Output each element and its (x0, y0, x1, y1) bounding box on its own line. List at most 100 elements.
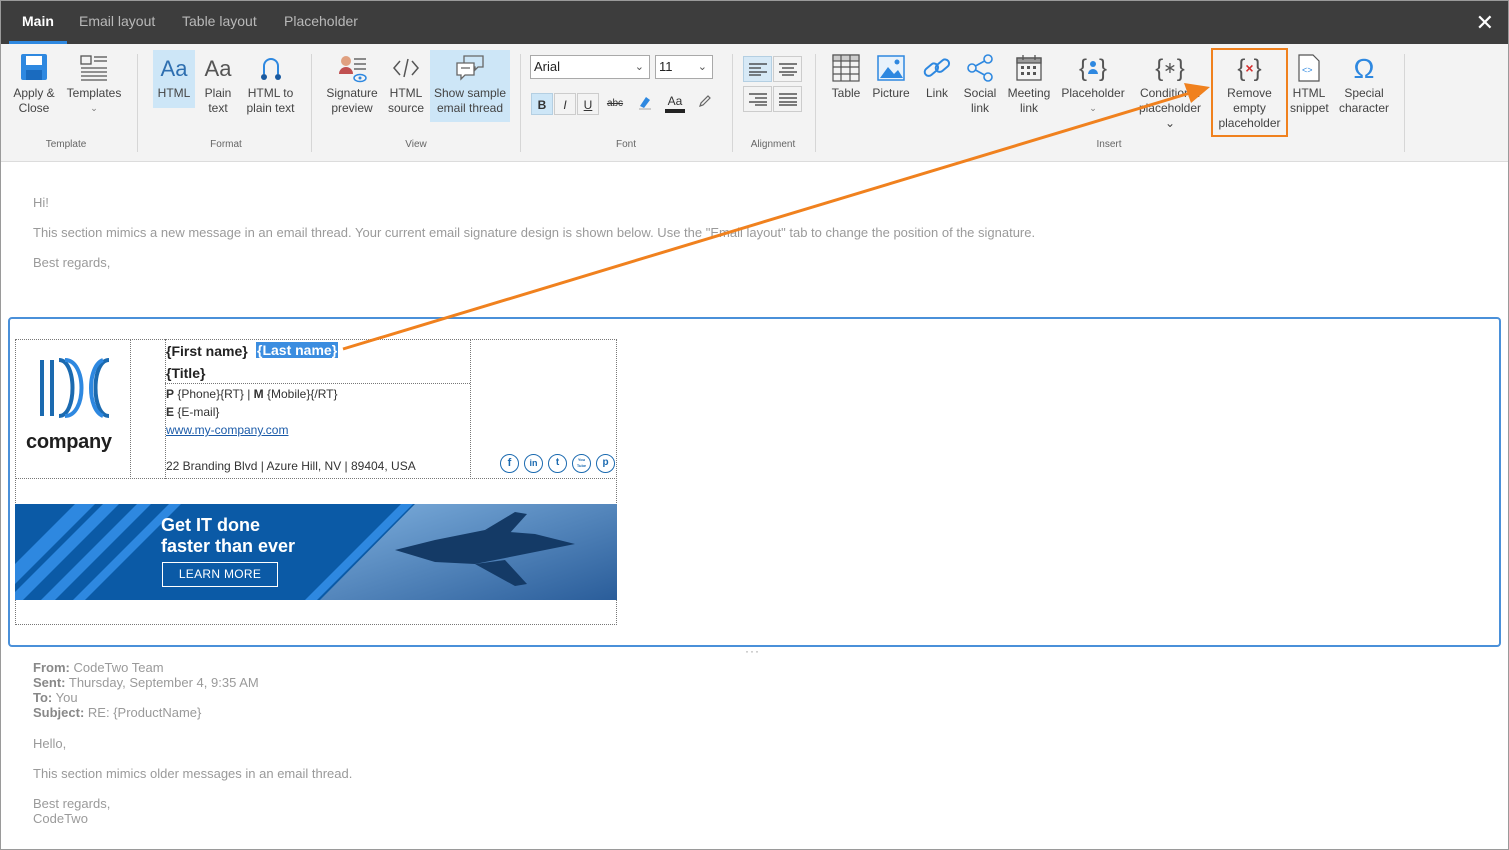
website-link[interactable]: www.my-company.com (166, 423, 288, 437)
ribbon-separator (137, 54, 138, 152)
to-line: To: You (33, 690, 78, 705)
insert-social-link-button[interactable]: Social link (959, 50, 1001, 116)
subject-line: Subject: RE: {ProductName} (33, 705, 202, 720)
align-center-icon (778, 63, 797, 76)
from-line: From: CodeTwo Team (33, 660, 164, 675)
tab-email-layout[interactable]: Email layout (79, 1, 155, 44)
strikethrough-button[interactable]: abc (603, 93, 627, 115)
tab-placeholder[interactable]: Placeholder (284, 1, 358, 44)
align-right-button[interactable] (743, 86, 772, 112)
older-message-closing: Best regards, (33, 796, 111, 811)
youtube-icon[interactable]: You Tube (572, 454, 591, 473)
insert-link-button[interactable]: Link (918, 50, 956, 101)
format-html-button[interactable]: Aa HTML (153, 50, 195, 108)
apply-close-button[interactable]: Apply & Close (9, 50, 59, 116)
html-to-plain-text-button[interactable]: HTML to plain text (243, 50, 298, 116)
ribbon-separator (520, 54, 521, 152)
align-center-button[interactable] (773, 56, 802, 82)
new-message-body: This section mimics a new message in an … (33, 225, 1036, 240)
tab-table-layout[interactable]: Table layout (182, 1, 257, 44)
learn-more-button[interactable]: LEARN MORE (162, 562, 278, 587)
pinterest-icon[interactable]: p (596, 454, 615, 473)
table-icon (832, 54, 860, 82)
title-placeholder[interactable]: {Title} (166, 365, 205, 381)
insert-meeting-link-button[interactable]: Meeting link (1005, 50, 1053, 116)
group-label-insert: Insert (1096, 139, 1122, 150)
resize-handle[interactable]: ··· (745, 644, 760, 658)
insert-table-button[interactable]: Table (827, 50, 865, 101)
templates-icon (80, 55, 107, 81)
chevron-down-icon: ⌄ (697, 61, 707, 73)
clear-format-button[interactable] (693, 93, 717, 115)
company-logo-icon (40, 358, 110, 418)
italic-button[interactable]: I (554, 93, 576, 115)
first-name-placeholder[interactable]: {First name} (166, 343, 248, 359)
cell-divider (130, 339, 131, 479)
save-icon (21, 54, 47, 80)
insert-picture-button[interactable]: Picture (870, 50, 912, 101)
highlighter-icon (639, 97, 651, 110)
cell-divider (470, 339, 471, 479)
ribbon-separator (732, 54, 733, 152)
ribbon-separator (311, 54, 312, 152)
email-line: E {E-mail} (166, 405, 220, 419)
group-label-alignment: Alignment (750, 139, 796, 150)
signature-preview-icon (339, 56, 367, 83)
cell-divider (165, 383, 470, 384)
tab-bar: Main Email layout Table layout Placehold… (1, 1, 1508, 44)
html-source-button[interactable]: HTML source (385, 50, 427, 116)
address-line: 22 Branding Blvd | Azure Hill, NV | 8940… (166, 459, 416, 473)
pencil-icon (699, 95, 711, 107)
ribbon-separator (1404, 54, 1405, 152)
older-message-greeting: Hello, (33, 736, 67, 751)
align-left-button[interactable] (743, 56, 772, 82)
convert-icon (260, 58, 281, 80)
group-label-font: Font (615, 139, 636, 150)
underline-button[interactable]: U (577, 93, 599, 115)
signature-preview-button[interactable]: Signature preview (324, 50, 380, 116)
group-label-view: View (405, 139, 427, 150)
svg-text:<>: <> (1302, 65, 1313, 75)
align-right-icon (748, 93, 767, 106)
close-icon[interactable]: ✕ (1476, 10, 1494, 36)
linkedin-icon[interactable]: in (524, 454, 543, 473)
remove-empty-placeholder-button[interactable]: {×} Remove empty placeholder (1211, 48, 1288, 137)
calendar-icon (1016, 55, 1042, 81)
justify-button[interactable] (773, 86, 802, 112)
new-message-greeting: Hi! (33, 195, 49, 210)
banner-background (15, 504, 617, 600)
insert-special-character-button[interactable]: Ω Special character (1336, 50, 1392, 116)
logo-text: company (26, 431, 112, 453)
align-left-icon (748, 63, 767, 76)
insert-placeholder-button[interactable]: {} Placeholder ⌄ (1059, 50, 1127, 116)
code-icon (393, 58, 419, 78)
font-color-button[interactable]: Aa (662, 93, 688, 115)
insert-html-snippet-button[interactable]: <> HTML snippet (1290, 50, 1329, 116)
twitter-icon[interactable]: t (548, 454, 567, 473)
format-plain-text-button[interactable]: Aa Plain text (199, 50, 237, 116)
new-message-closing: Best regards, (33, 255, 111, 270)
insert-conditional-placeholder-button[interactable]: {∗} Conditional placeholder ⌄ (1134, 50, 1206, 131)
templates-button[interactable]: Templates ⌄ (64, 50, 124, 116)
link-icon (923, 58, 951, 77)
font-size-select[interactable]: 11 ⌄ (655, 55, 713, 79)
ribbon-separator (815, 54, 816, 152)
share-icon (967, 54, 993, 82)
last-name-placeholder-selected[interactable]: {Last name} (256, 342, 339, 358)
ribbon: Apply & Close Templates ⌄ Template Aa HT… (1, 44, 1508, 162)
sent-line: Sent: Thursday, September 4, 9:35 AM (33, 675, 259, 690)
tab-main[interactable]: Main (22, 1, 54, 44)
justify-icon (778, 93, 797, 106)
highlight-button[interactable] (633, 93, 657, 115)
signature-banner[interactable]: Get IT done faster than ever LEARN MORE (15, 504, 617, 600)
font-family-select[interactable]: Arial ⌄ (530, 55, 650, 79)
show-sample-thread-button[interactable]: Show sample email thread (430, 50, 510, 122)
html-snippet-icon: <> (1298, 54, 1320, 82)
facebook-icon[interactable]: f (500, 454, 519, 473)
older-message-signoff: CodeTwo (33, 811, 88, 826)
older-message-body: This section mimics older messages in an… (33, 766, 353, 781)
company-logo (37, 356, 111, 425)
bold-button[interactable]: B (531, 93, 553, 115)
phone-line: P {Phone}{RT} | M {Mobile}{/RT} (166, 387, 338, 401)
cell-divider (15, 478, 617, 479)
